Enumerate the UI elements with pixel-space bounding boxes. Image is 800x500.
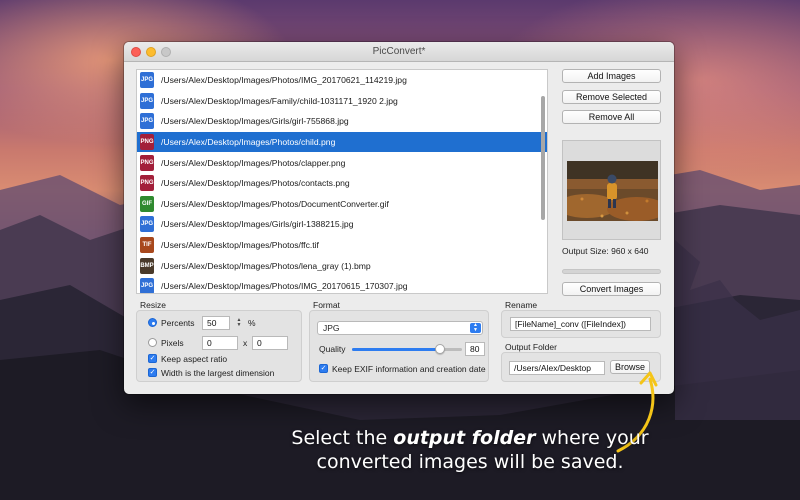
- file-path: /Users/Alex/Desktop/Images/Photos/contac…: [161, 178, 350, 189]
- caption-emphasis: output folder: [393, 427, 536, 449]
- percent-stepper[interactable]: ▲ ▼: [235, 316, 243, 330]
- app-window: PicConvert* JPG/Users/Alex/Desktop/Image…: [124, 42, 674, 394]
- resize-group: Percents 50 ▲ ▼ % Pixels 0 x 0 ✓ Keep asp…: [136, 310, 302, 382]
- rename-group-label: Rename: [505, 300, 538, 310]
- rename-pattern-input[interactable]: [FileName]_conv ([FileIndex]): [510, 317, 651, 331]
- quality-input[interactable]: 80: [465, 342, 485, 356]
- format-group-label: Format: [313, 300, 340, 310]
- quality-slider[interactable]: [352, 348, 462, 351]
- caption-before: Select the: [291, 427, 394, 449]
- keep-aspect-label: Keep aspect ratio: [161, 354, 228, 364]
- file-type-icon: PNG: [140, 134, 154, 151]
- file-row[interactable]: JPG/Users/Alex/Desktop/Images/Family/chi…: [137, 91, 547, 112]
- format-group: JPG ▲ ▼ Quality 80 ✓ Keep EXIF informatio…: [309, 310, 489, 382]
- file-path: /Users/Alex/Desktop/Images/Photos/lena_g…: [161, 260, 371, 271]
- file-path: /Users/Alex/Desktop/Images/Photos/child.…: [161, 137, 336, 148]
- output-folder-input[interactable]: /Users/Alex/Desktop: [509, 361, 605, 375]
- image-preview: [562, 140, 661, 240]
- file-type-icon: GIF: [140, 195, 154, 212]
- percent-input[interactable]: 50: [202, 316, 230, 330]
- remove-selected-button[interactable]: Remove Selected: [562, 90, 661, 104]
- file-path: /Users/Alex/Desktop/Images/Photos/Docume…: [161, 198, 389, 209]
- file-type-icon: JPG: [140, 216, 154, 233]
- file-type-icon: TIF: [140, 237, 154, 254]
- pixels-radio[interactable]: [148, 338, 157, 347]
- quality-label: Quality: [319, 344, 346, 354]
- output-folder-group-label: Output Folder: [505, 342, 557, 352]
- file-type-icon: JPG: [140, 72, 154, 89]
- file-row[interactable]: PNG/Users/Alex/Desktop/Images/Photos/cla…: [137, 152, 547, 173]
- percents-label: Percents: [161, 318, 195, 328]
- quality-slider-knob[interactable]: [435, 344, 445, 354]
- file-type-icon: JPG: [140, 92, 154, 109]
- file-type-icon: JPG: [140, 278, 154, 293]
- file-path: /Users/Alex/Desktop/Images/Girls/girl-13…: [161, 219, 354, 230]
- preview-photo: [567, 161, 658, 221]
- file-path: /Users/Alex/Desktop/Images/Photos/clappe…: [161, 157, 346, 168]
- file-list[interactable]: JPG/Users/Alex/Desktop/Images/Photos/IMG…: [136, 69, 548, 294]
- keep-exif-label: Keep EXIF information and creation date: [332, 364, 486, 374]
- title-bar[interactable]: PicConvert*: [124, 42, 674, 62]
- file-row[interactable]: PNG/Users/Alex/Desktop/Images/Photos/chi…: [137, 131, 547, 153]
- height-input[interactable]: 0: [252, 336, 288, 350]
- file-path: /Users/Alex/Desktop/Images/Photos/IMG_20…: [161, 75, 407, 86]
- resize-group-label: Resize: [140, 300, 166, 310]
- pixels-label: Pixels: [161, 338, 184, 348]
- file-type-icon: BMP: [140, 257, 154, 274]
- file-path: /Users/Alex/Desktop/Images/Family/child-…: [161, 95, 398, 106]
- width-largest-checkbox[interactable]: ✓: [148, 368, 157, 377]
- file-type-icon: PNG: [140, 154, 154, 171]
- file-row[interactable]: BMP/Users/Alex/Desktop/Images/Photos/len…: [137, 255, 547, 276]
- file-row[interactable]: JPG/Users/Alex/Desktop/Images/Photos/IMG…: [137, 276, 547, 293]
- width-largest-label: Width is the largest dimension: [161, 368, 275, 378]
- file-row[interactable]: PNG/Users/Alex/Desktop/Images/Photos/con…: [137, 173, 547, 194]
- format-select[interactable]: JPG ▲ ▼: [317, 321, 483, 335]
- keep-aspect-checkbox[interactable]: ✓: [148, 354, 157, 363]
- file-row[interactable]: JPG/Users/Alex/Desktop/Images/Girls/girl…: [137, 214, 547, 235]
- conversion-progress-bar: [562, 269, 661, 274]
- percents-radio[interactable]: [148, 318, 157, 327]
- file-path: /Users/Alex/Desktop/Images/Photos/IMG_20…: [161, 281, 408, 292]
- file-path: /Users/Alex/Desktop/Images/Photos/ffc.ti…: [161, 240, 319, 251]
- chevron-updown-icon: ▲ ▼: [470, 323, 481, 333]
- width-input[interactable]: 0: [202, 336, 238, 350]
- file-list-scrollbar[interactable]: [541, 96, 545, 220]
- file-row[interactable]: TIF/Users/Alex/Desktop/Images/Photos/ffc…: [137, 235, 547, 256]
- window-title: PicConvert*: [372, 46, 426, 57]
- format-selected-value: JPG: [323, 323, 340, 333]
- file-type-icon: JPG: [140, 113, 154, 130]
- file-path: /Users/Alex/Desktop/Images/Girls/girl-75…: [161, 116, 349, 127]
- file-row[interactable]: JPG/Users/Alex/Desktop/Images/Girls/girl…: [137, 111, 547, 132]
- keep-exif-checkbox[interactable]: ✓: [319, 364, 328, 373]
- percent-unit: %: [248, 318, 256, 328]
- file-type-icon: PNG: [140, 175, 154, 192]
- rename-group: [FileName]_conv ([FileIndex]): [501, 310, 661, 338]
- output-size-label: Output Size: 960 x 640: [562, 246, 649, 256]
- add-images-button[interactable]: Add Images: [562, 69, 661, 83]
- file-row[interactable]: GIF/Users/Alex/Desktop/Images/Photos/Doc…: [137, 194, 547, 215]
- quality-slider-fill: [352, 348, 440, 351]
- dimension-separator: x: [243, 338, 248, 348]
- convert-images-button[interactable]: Convert Images: [562, 282, 661, 296]
- remove-all-button[interactable]: Remove All: [562, 110, 661, 124]
- file-row[interactable]: JPG/Users/Alex/Desktop/Images/Photos/IMG…: [137, 70, 547, 91]
- caption-text: Select the output folder where your conv…: [250, 426, 690, 474]
